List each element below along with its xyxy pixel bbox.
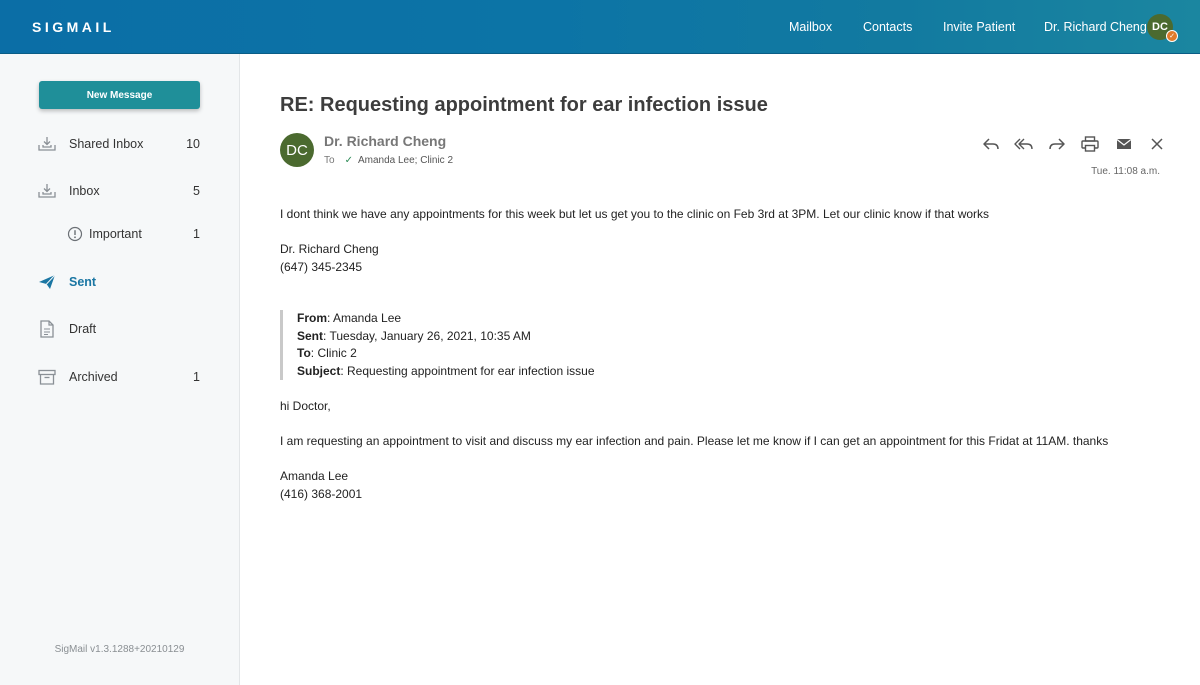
- sidebar-item-shared-inbox[interactable]: Shared Inbox 10: [0, 129, 239, 159]
- sidebar-item-count: 1: [193, 370, 200, 384]
- top-navigation-bar: SIGMAIL Mailbox Contacts Invite Patient …: [0, 0, 1200, 54]
- sidebar-item-label: Inbox: [69, 184, 100, 198]
- sidebar-item-label: Archived: [69, 370, 118, 384]
- message-timestamp: Tue. 11:08 a.m.: [1091, 166, 1160, 177]
- sidebar-item-inbox[interactable]: Inbox 5: [0, 176, 239, 206]
- sidebar-item-draft[interactable]: Draft: [0, 314, 239, 344]
- nav-invite-patient[interactable]: Invite Patient: [943, 0, 1015, 54]
- reply-icon[interactable]: [980, 134, 1002, 154]
- nav-user-name[interactable]: Dr. Richard Cheng: [1044, 0, 1147, 54]
- nav-contacts[interactable]: Contacts: [863, 0, 912, 54]
- quote-sent-label: Sent: [297, 328, 324, 343]
- inbox-download-icon: [38, 182, 56, 200]
- app-version: SigMail v1.3.1288+20210129: [54, 644, 185, 655]
- app-logo[interactable]: SIGMAIL: [32, 19, 115, 35]
- sidebar-item-label: Shared Inbox: [69, 137, 144, 151]
- avatar-status-badge-icon: ✓: [1166, 30, 1178, 42]
- signature-phone: (647) 345-2345: [280, 260, 363, 274]
- mail-icon[interactable]: [1113, 134, 1135, 154]
- quote-from-label: From: [297, 311, 327, 325]
- original-sender-phone: (416) 368-2001: [280, 487, 363, 501]
- archive-icon: [38, 368, 56, 386]
- sidebar-item-important[interactable]: Important 1: [0, 219, 239, 249]
- quote-sent-value: : Tuesday, January 26, 2021, 10:35 AM: [323, 328, 531, 343]
- message-view: RE: Requesting appointment for ear infec…: [241, 54, 1200, 685]
- original-body: I am requesting an appointment to visit …: [280, 434, 1109, 448]
- to-label: To: [324, 155, 335, 166]
- message-subject: RE: Requesting appointment for ear infec…: [280, 94, 768, 116]
- sidebar-item-label: Draft: [69, 322, 97, 336]
- recipients-row: To ✓ Amanda Lee; Clinic 2: [324, 155, 453, 166]
- sidebar-item-count: 10: [186, 137, 200, 151]
- signature-name: Dr. Richard Cheng: [280, 242, 379, 256]
- forward-icon[interactable]: [1046, 134, 1068, 154]
- sidebar-item-archived[interactable]: Archived 1: [0, 362, 239, 392]
- quote-subject-label: Subject: [297, 363, 341, 378]
- quote-sent-line: Sent: Tuesday, January 26, 2021, 10:35 A…: [297, 328, 680, 346]
- close-icon[interactable]: [1146, 134, 1168, 154]
- important-icon: [66, 225, 84, 243]
- message-actions-toolbar: [980, 134, 1200, 154]
- original-sender-name: Amanda Lee: [280, 469, 349, 483]
- quote-subject-value: : Requesting appointment for ear infecti…: [340, 363, 595, 378]
- recipients-list[interactable]: Amanda Lee; Clinic 2: [358, 155, 453, 166]
- sender-name[interactable]: Dr. Richard Cheng: [324, 133, 446, 149]
- print-icon[interactable]: [1079, 134, 1101, 154]
- message-body: I dont think we have any appointments fo…: [280, 207, 990, 221]
- quote-subject-line: Subject: Requesting appointment for ear …: [297, 363, 680, 381]
- send-icon: [38, 273, 56, 291]
- quote-to-label: To: [297, 346, 311, 360]
- inbox-download-icon: [38, 135, 56, 153]
- sidebar-item-sent[interactable]: Sent: [0, 267, 239, 297]
- nav-mailbox[interactable]: Mailbox: [789, 0, 832, 54]
- new-message-button[interactable]: New Message: [39, 81, 200, 109]
- sidebar-item-label: Important: [89, 227, 142, 241]
- quote-from-value: : Amanda Lee: [327, 311, 402, 325]
- quote-to-value: : Clinic 2: [310, 346, 357, 360]
- sidebar: New Message Shared Inbox 10 Inbox 5 Impo…: [0, 54, 240, 685]
- document-icon: [38, 320, 56, 338]
- reply-all-icon[interactable]: [1013, 134, 1035, 154]
- original-greeting: hi Doctor,: [280, 399, 331, 413]
- sidebar-item-count: 5: [193, 184, 200, 198]
- sidebar-item-count: 1: [193, 227, 200, 241]
- sidebar-item-label: Sent: [69, 275, 97, 289]
- quote-from-line: From: Amanda Lee: [297, 310, 680, 328]
- sender-avatar: DC: [280, 133, 314, 167]
- quoted-message-header: From: Amanda Lee Sent: Tuesday, January …: [280, 310, 680, 380]
- quote-to-line: To: Clinic 2: [297, 345, 680, 363]
- check-icon: ✓: [344, 155, 353, 166]
